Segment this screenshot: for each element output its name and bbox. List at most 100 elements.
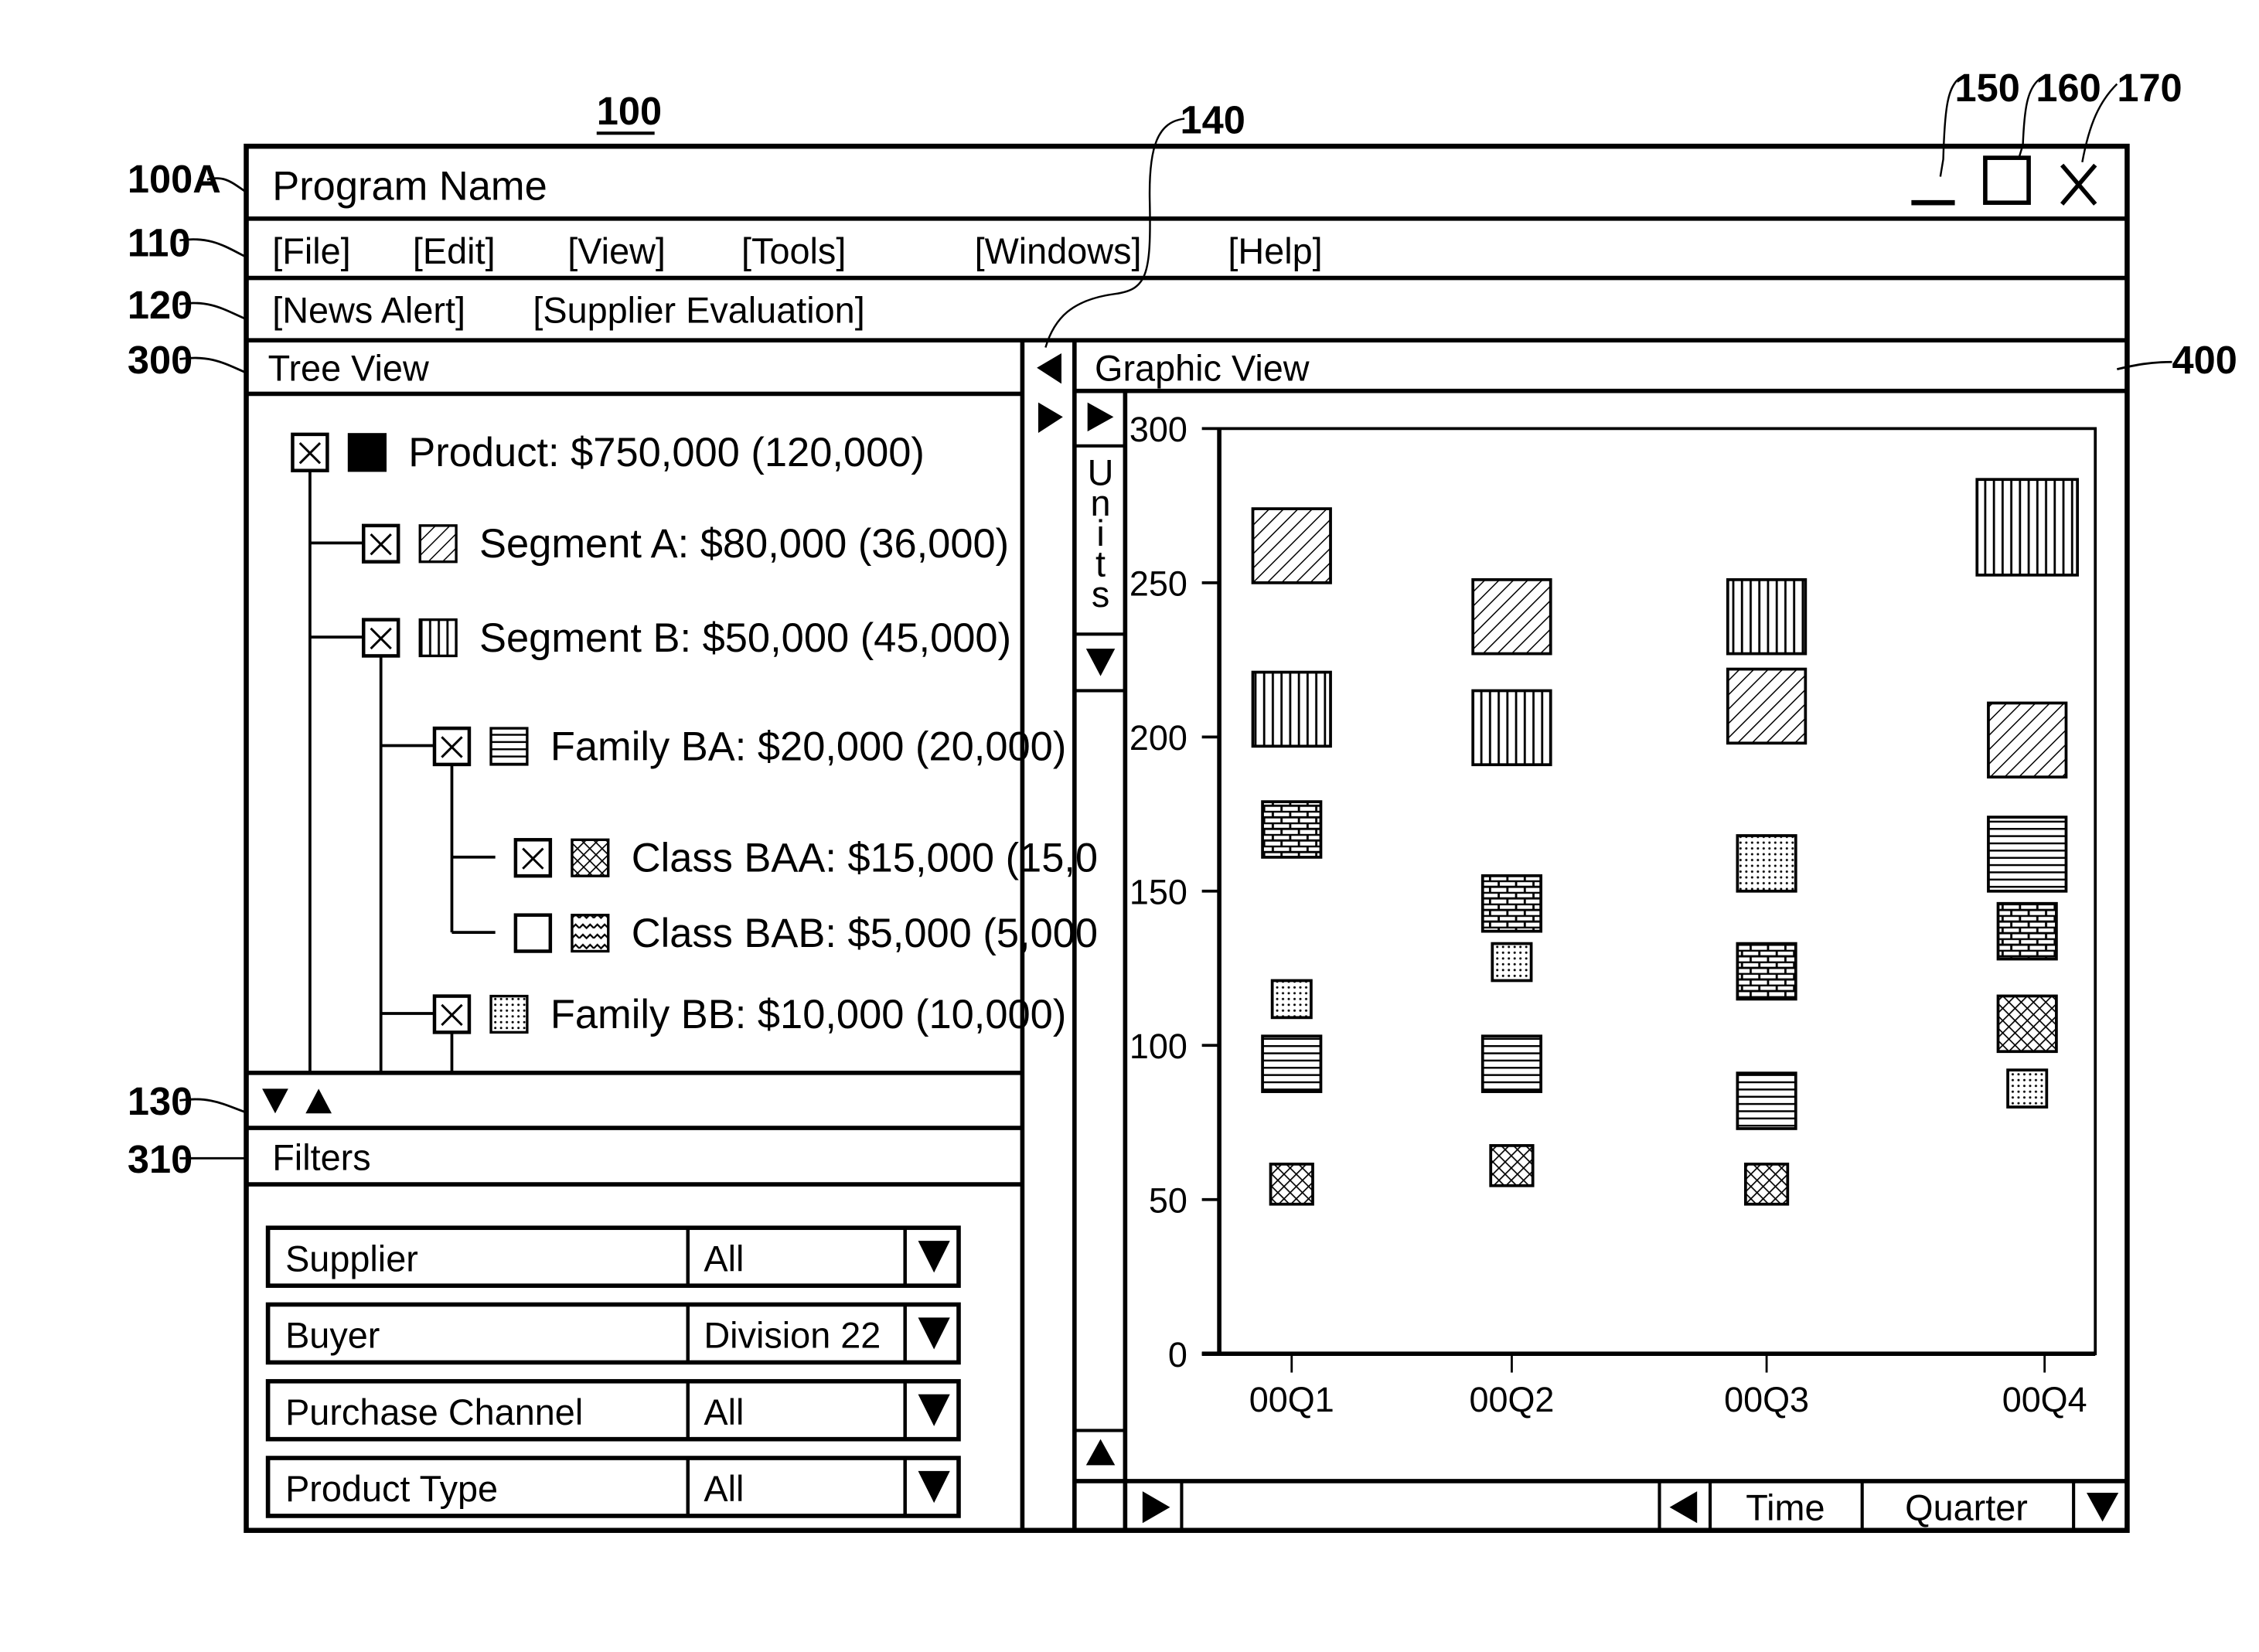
data-point-dots[interactable] (1491, 942, 1533, 983)
vertical-pattern-swatch-icon (418, 618, 458, 658)
menu-edit[interactable]: [Edit] (413, 231, 496, 271)
y-axis-ticks: 0 50 100 150 200 250 300 (1130, 410, 1220, 1374)
data-point-vertical[interactable] (1471, 689, 1552, 767)
data-point-horizontal[interactable] (1480, 1034, 1543, 1093)
toolbar: [News Alert] [Supplier Evaluation] (272, 291, 865, 331)
checkbox-checked[interactable] (291, 432, 329, 472)
y-axis-selector-scrollbar[interactable]: Units (1074, 390, 1128, 1531)
data-point-crosshatch[interactable] (1489, 1144, 1535, 1187)
menu-file[interactable]: [File] (272, 231, 350, 271)
data-point-brick[interactable] (1261, 800, 1323, 859)
data-point-diagonal[interactable] (1471, 577, 1552, 656)
data-point-dots[interactable] (1270, 979, 1313, 1020)
menu-help[interactable]: [Help] (1228, 231, 1322, 271)
checkbox-unchecked[interactable] (513, 913, 553, 953)
x-axis-selector-scrollbar[interactable]: Time Quarter (1074, 1479, 2128, 1531)
hscroll-right-icon[interactable] (1142, 1491, 1170, 1524)
tree-node[interactable]: Product: $750,000 (120,000) (291, 431, 925, 475)
tree-nodes: Product: $750,000 (120,000) Segment A: $8… (291, 431, 1098, 1037)
tree-node-label: Segment A: $80,000 (36,000) (479, 522, 1009, 567)
data-point-brick[interactable] (1996, 901, 2058, 961)
tree-node[interactable]: Family BA: $20,000 (20,000) (432, 724, 1066, 769)
filter-row: Buyer Division 22 (265, 1302, 961, 1365)
data-point-crosshatch[interactable] (1996, 994, 2058, 1054)
ref-graphic-view: 400 (2172, 338, 2237, 382)
tree-node[interactable]: Family BB: $10,000 (10,000) (432, 993, 1066, 1037)
y-tick-label: 250 (1130, 564, 1187, 604)
data-point-diagonal[interactable] (1726, 667, 1808, 745)
data-point-dots[interactable] (2006, 1068, 2049, 1109)
toolbar-supplier-evaluation[interactable]: [Supplier Evaluation] (533, 291, 864, 331)
data-point-brick[interactable] (1736, 942, 1797, 1001)
checkbox-checked[interactable] (432, 994, 472, 1034)
filter-value[interactable]: All (704, 1392, 744, 1432)
vscroll-up-icon[interactable] (1085, 1439, 1116, 1466)
filter-label: Product Type (285, 1469, 498, 1509)
collapse-left-icon[interactable] (1037, 353, 1061, 384)
y-tick-label: 0 (1168, 1335, 1187, 1374)
checkbox-checked[interactable] (432, 726, 472, 767)
filter-value[interactable]: Division 22 (704, 1316, 881, 1356)
ref-tree-view: 300 (128, 338, 193, 382)
data-point-diagonal[interactable] (1251, 507, 1332, 584)
title-bar: Program Name (272, 155, 2097, 209)
tree-scroll-down-icon[interactable] (262, 1088, 288, 1114)
dots-pattern-swatch-icon (489, 994, 529, 1034)
y-selector-next-icon[interactable] (1087, 402, 1114, 432)
y-axis-selector-label[interactable]: Units (1088, 452, 1114, 614)
granularity-dropdown-icon[interactable] (2086, 1492, 2119, 1522)
vscroll-down-icon[interactable] (1085, 649, 1116, 676)
menu-tools[interactable]: [Tools] (741, 231, 846, 271)
maximize-button[interactable] (1983, 155, 2031, 206)
filter-value[interactable]: All (704, 1238, 744, 1279)
data-point-horizontal[interactable] (1736, 1071, 1797, 1130)
data-point-crosshatch[interactable] (1743, 1162, 1790, 1206)
data-point-crosshatch[interactable] (1269, 1162, 1314, 1206)
y-tick-label: 300 (1130, 410, 1187, 449)
filter-list: Supplier All Buyer Division 22 Purchase Chan… (265, 1225, 961, 1518)
checkbox-checked[interactable] (361, 618, 400, 658)
expand-right-icon[interactable] (1038, 402, 1063, 434)
window-title: Program Name (272, 164, 547, 209)
data-point-horizontal[interactable] (1261, 1034, 1323, 1093)
filter-label: Buyer (285, 1316, 380, 1356)
x-axis-ticks: 00Q1 00Q2 00Q3 00Q4 (1249, 1354, 2087, 1419)
filter-row: Purchase Channel All (265, 1378, 961, 1442)
graphic-view-pane: Graphic View Units 050100150200250300 00… (1074, 349, 2128, 1531)
data-point-dots[interactable] (1736, 834, 1797, 893)
tree-node[interactable]: Segment A: $80,000 (36,000) (361, 522, 1009, 567)
menu-bar: [File] [Edit] [View] [Tools] [Windows] [… (272, 231, 1322, 271)
data-point-brick[interactable] (1480, 874, 1543, 933)
data-point-vertical[interactable] (1726, 577, 1808, 656)
tree-scroll-controls (262, 1088, 332, 1114)
tree-connectors (308, 468, 496, 1071)
horizontal-pattern-swatch-icon (489, 727, 529, 766)
toolbar-news-alert[interactable]: [News Alert] (272, 291, 465, 331)
hscroll-left-icon[interactable] (1669, 1491, 1698, 1524)
data-point-vertical[interactable] (1975, 478, 2080, 577)
filter-row: Supplier All (265, 1225, 961, 1288)
x-axis-dimension-label[interactable]: Time (1746, 1488, 1825, 1528)
graphic-view-title: Graphic View (1095, 349, 1310, 389)
tree-node[interactable]: Class BAA: $15,000 (15,0 (513, 836, 1098, 880)
tree-node[interactable]: Segment B: $50,000 (45,000) (361, 616, 1011, 661)
ref-tree-scroll: 130 (128, 1079, 193, 1123)
y-tick-label: 150 (1130, 873, 1187, 912)
tree-node-label: Segment B: $50,000 (45,000) (479, 616, 1011, 661)
checkbox-checked[interactable] (513, 838, 553, 878)
ref-splitter: 140 (1181, 97, 1245, 141)
ref-close: 170 (2117, 66, 2182, 110)
close-button[interactable] (2060, 163, 2097, 206)
data-point-vertical[interactable] (1251, 670, 1332, 748)
menu-windows[interactable]: [Windows] (975, 231, 1142, 271)
crosshatch-pattern-swatch-icon (571, 838, 610, 877)
data-point-horizontal[interactable] (1987, 816, 2068, 893)
tree-node[interactable]: Class BAB: $5,000 (5,000 (513, 911, 1098, 956)
tree-scroll-up-icon[interactable] (305, 1088, 332, 1114)
x-axis-granularity-select[interactable]: Quarter (1905, 1488, 2028, 1528)
tree-node-label: Class BAA: $15,000 (15,0 (632, 836, 1098, 880)
menu-view[interactable]: [View] (567, 231, 666, 271)
checkbox-checked[interactable] (361, 523, 400, 564)
data-point-diagonal[interactable] (1987, 701, 2068, 779)
filter-value[interactable]: All (704, 1469, 744, 1509)
